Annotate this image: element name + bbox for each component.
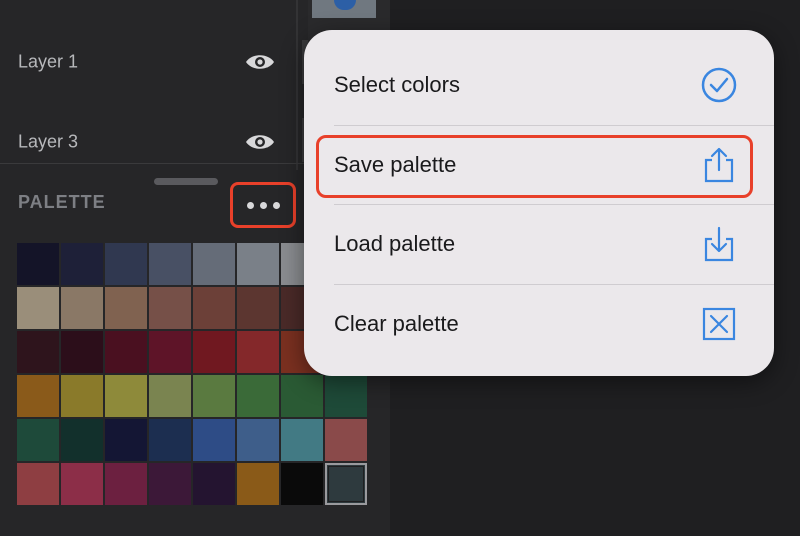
menu-item-select-colors[interactable]: Select colors (304, 46, 774, 124)
close-box-icon (702, 307, 736, 341)
checkmark-circle-icon (701, 67, 737, 103)
palette-swatch[interactable] (105, 243, 147, 285)
palette-swatch[interactable] (61, 243, 103, 285)
palette-swatch[interactable] (237, 419, 279, 461)
panel-divider (296, 0, 298, 170)
palette-swatch[interactable] (237, 287, 279, 329)
palette-swatch[interactable] (149, 375, 191, 417)
palette-swatch[interactable] (17, 419, 59, 461)
menu-item-load-palette[interactable]: Load palette (304, 205, 774, 283)
menu-item-clear-palette[interactable]: Clear palette (304, 285, 774, 363)
save-palette-highlight (316, 135, 753, 198)
ellipsis-icon (246, 201, 254, 209)
drag-handle[interactable] (154, 178, 218, 185)
palette-swatch[interactable] (281, 463, 323, 505)
eye-icon[interactable] (244, 51, 276, 73)
palette-swatch[interactable] (237, 375, 279, 417)
palette-swatch[interactable] (193, 463, 235, 505)
palette-swatch[interactable] (193, 243, 235, 285)
layer-label: Layer 1 (18, 51, 79, 72)
menu-item-label: Select colors (334, 72, 460, 97)
palette-more-button[interactable] (230, 182, 296, 228)
palette-swatch[interactable] (61, 375, 103, 417)
palette-swatch[interactable] (17, 463, 59, 505)
palette-swatch[interactable] (105, 419, 147, 461)
palette-swatch[interactable] (325, 463, 367, 505)
palette-swatch[interactable] (149, 419, 191, 461)
palette-swatch[interactable] (61, 331, 103, 373)
palette-swatch[interactable] (149, 463, 191, 505)
palette-swatch[interactable] (325, 375, 367, 417)
palette-swatch[interactable] (237, 331, 279, 373)
palette-swatch[interactable] (61, 419, 103, 461)
palette-swatch[interactable] (105, 463, 147, 505)
palette-swatch[interactable] (149, 287, 191, 329)
eye-icon[interactable] (244, 131, 276, 153)
palette-swatch[interactable] (281, 419, 323, 461)
palette-swatch[interactable] (281, 375, 323, 417)
palette-swatch[interactable] (193, 331, 235, 373)
layer-thumbnail (312, 0, 376, 18)
palette-swatch[interactable] (193, 419, 235, 461)
palette-swatch[interactable] (17, 375, 59, 417)
palette-swatch[interactable] (17, 287, 59, 329)
menu-item-label: Load palette (334, 231, 456, 256)
palette-swatch[interactable] (149, 331, 191, 373)
ellipsis-icon (259, 201, 267, 209)
palette-menu: Select colors Save palette Load palette … (304, 30, 774, 376)
palette-swatch[interactable] (61, 287, 103, 329)
palette-swatch[interactable] (105, 331, 147, 373)
palette-swatch[interactable] (17, 331, 59, 373)
palette-swatch[interactable] (149, 243, 191, 285)
download-icon (704, 226, 734, 262)
menu-item-label: Clear palette (334, 311, 459, 336)
layer-row-1[interactable]: Layer 1 (0, 32, 296, 92)
palette-swatch[interactable] (193, 375, 235, 417)
palette-swatch[interactable] (105, 375, 147, 417)
palette-title: PALETTE (18, 192, 106, 212)
layer-label: Layer 3 (18, 131, 79, 152)
palette-swatch[interactable] (237, 243, 279, 285)
palette-swatch[interactable] (237, 463, 279, 505)
palette-swatch[interactable] (61, 463, 103, 505)
palette-swatch[interactable] (325, 419, 367, 461)
palette-swatch[interactable] (105, 287, 147, 329)
ellipsis-icon (272, 201, 280, 209)
palette-swatch[interactable] (17, 243, 59, 285)
palette-swatch[interactable] (193, 287, 235, 329)
